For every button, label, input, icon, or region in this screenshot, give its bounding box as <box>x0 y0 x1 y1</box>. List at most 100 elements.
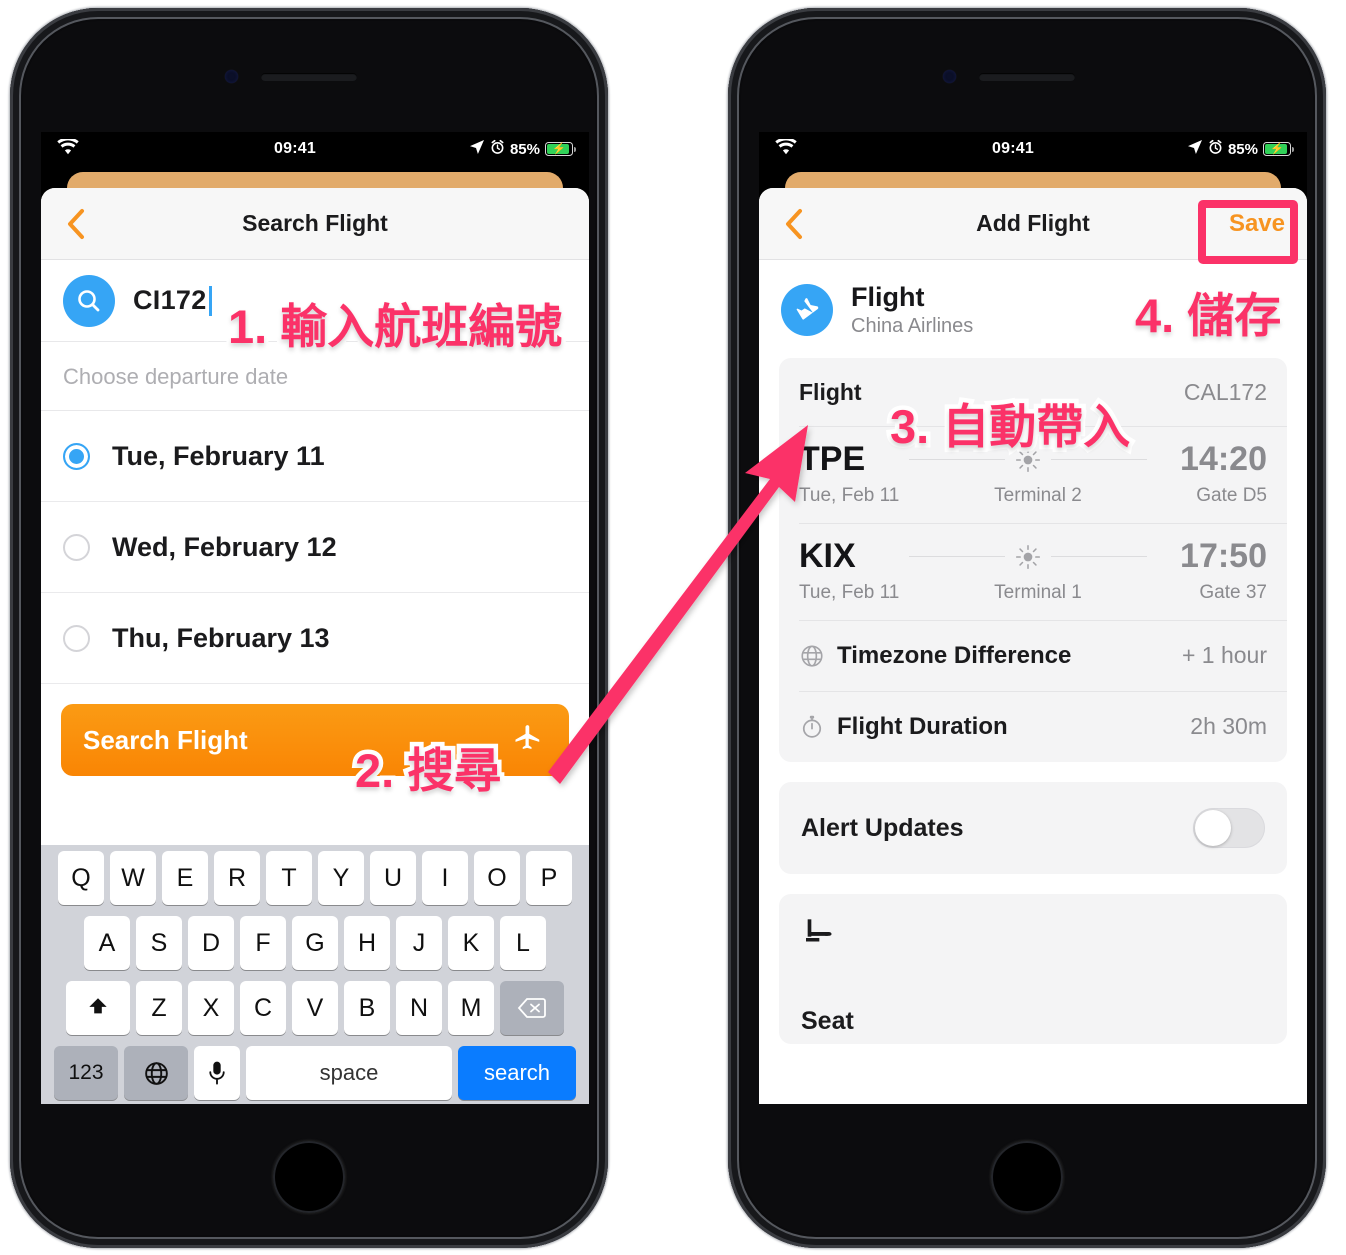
arrival-leg: KIX 17:50 Tue, Feb 11 Terminal 1 Gate 37 <box>779 523 1287 620</box>
key-c[interactable]: C <box>240 981 286 1035</box>
keyboard-row-1: Q W E R T Y U I O P <box>44 851 586 905</box>
alarm-clock-icon <box>490 139 505 160</box>
earpiece-speaker <box>261 73 357 81</box>
radio-button-selected[interactable] <box>63 442 90 470</box>
chevron-left-icon <box>66 208 86 240</box>
date-option-label: Tue, February 11 <box>112 440 325 471</box>
backspace-icon[interactable] <box>500 981 564 1035</box>
date-option-row[interactable]: Tue, February 11 <box>41 411 589 502</box>
key-a[interactable]: A <box>84 916 130 970</box>
key-n[interactable]: N <box>396 981 442 1035</box>
microphone-icon[interactable] <box>194 1046 240 1100</box>
chevron-left-icon <box>784 208 804 240</box>
flight-header-title: Flight <box>851 282 925 312</box>
arrival-time: 17:50 <box>1180 537 1267 576</box>
flight-duration-label: Flight Duration <box>837 712 1008 740</box>
key-y[interactable]: Y <box>318 851 364 905</box>
key-space[interactable]: space <box>246 1046 452 1100</box>
flight-header-airline: China Airlines <box>851 315 974 338</box>
battery-percent: 85% <box>1227 140 1258 158</box>
annotation-step-1: 1. 輸入航班編號 <box>223 296 566 358</box>
search-button-wrap: Search Flight <box>41 684 589 776</box>
back-button-right[interactable] <box>777 207 811 241</box>
alarm-clock-icon <box>1208 139 1223 160</box>
annotation-step-3: 3. 自動帶入 <box>885 396 1134 458</box>
seat-card[interactable]: Seat <box>779 894 1287 1045</box>
left-nav-bar: Search Flight <box>41 188 589 260</box>
key-q[interactable]: Q <box>58 851 104 905</box>
alert-updates-row[interactable]: Alert Updates <box>779 782 1287 874</box>
key-b[interactable]: B <box>344 981 390 1035</box>
search-icon[interactable] <box>63 274 115 327</box>
add-flight-body: Flight China Airlines Flight CAL172 TPE … <box>759 260 1307 1104</box>
key-i[interactable]: I <box>422 851 468 905</box>
alert-updates-label: Alert Updates <box>801 813 964 842</box>
home-button[interactable] <box>991 1141 1063 1213</box>
key-x[interactable]: X <box>188 981 234 1035</box>
key-u[interactable]: U <box>370 851 416 905</box>
shift-arrow-icon[interactable] <box>66 981 130 1035</box>
key-s[interactable]: S <box>136 916 182 970</box>
save-button-highlight-box <box>1198 200 1298 264</box>
flight-number-value: CAL172 <box>1183 378 1267 405</box>
keyboard-row-2: A S D F G H J K L <box>44 916 586 970</box>
status-bar-right: 09:41 85% ⚡ <box>759 132 1307 166</box>
key-t[interactable]: T <box>266 851 312 905</box>
right-phone-frame: 09:41 85% ⚡ Add Flight Save Flight China… <box>728 8 1326 1248</box>
departure-terminal: Terminal 2 <box>994 485 1082 507</box>
key-v[interactable]: V <box>292 981 338 1035</box>
key-p[interactable]: P <box>526 851 572 905</box>
front-camera-icon <box>943 70 956 83</box>
seat-label: Seat <box>801 1007 854 1036</box>
globe-icon <box>799 643 833 669</box>
timezone-difference-label: Timezone Difference <box>837 641 1072 669</box>
departure-date: Tue, Feb 11 <box>799 485 900 507</box>
globe-icon[interactable] <box>124 1046 188 1100</box>
key-j[interactable]: J <box>396 916 442 970</box>
arrival-gate: Gate 37 <box>1199 582 1267 604</box>
search-flight-button-label: Search Flight <box>83 724 248 755</box>
arrival-terminal: Terminal 1 <box>994 582 1082 604</box>
status-bar-time: 09:41 <box>274 140 316 157</box>
screenshot-stage: 09:41 85% ⚡ Search Flight CI172 Choose d… <box>0 0 1346 1255</box>
radio-button[interactable] <box>63 533 90 561</box>
left-phone-screen: 09:41 85% ⚡ Search Flight CI172 Choose d… <box>41 132 589 1104</box>
key-h[interactable]: H <box>344 916 390 970</box>
leg-connector <box>909 544 1147 570</box>
battery-percent: 85% <box>509 140 540 158</box>
keyboard-row-3: Z X C V B N M <box>44 981 586 1035</box>
search-input-value-wrap[interactable]: CI172 <box>133 285 212 316</box>
key-m[interactable]: M <box>448 981 494 1035</box>
key-d[interactable]: D <box>188 916 234 970</box>
alert-updates-toggle[interactable] <box>1193 808 1265 849</box>
stopwatch-icon <box>799 714 833 740</box>
battery-charging-icon: ⚡ <box>1263 142 1294 156</box>
key-r[interactable]: R <box>214 851 260 905</box>
date-option-row[interactable]: Thu, February 13 <box>41 593 589 684</box>
key-f[interactable]: F <box>240 916 286 970</box>
earpiece-speaker <box>979 73 1075 81</box>
radio-button[interactable] <box>63 624 90 652</box>
key-o[interactable]: O <box>474 851 520 905</box>
toggle-knob <box>1195 810 1231 847</box>
key-k[interactable]: K <box>448 916 494 970</box>
text-cursor <box>208 285 212 316</box>
flight-duration-row: Flight Duration 2h 30m <box>779 691 1287 762</box>
wifi-icon <box>57 136 79 160</box>
key-g[interactable]: G <box>292 916 338 970</box>
flight-number-label: Flight <box>799 378 862 405</box>
back-button-left[interactable] <box>59 207 93 241</box>
key-w[interactable]: W <box>110 851 156 905</box>
key-l[interactable]: L <box>500 916 546 970</box>
key-search-return[interactable]: search <box>458 1046 576 1100</box>
key-e[interactable]: E <box>162 851 208 905</box>
home-button[interactable] <box>273 1141 345 1213</box>
on-screen-keyboard[interactable]: Q W E R T Y U I O P A S D F G H J K L Z … <box>41 845 589 1104</box>
keyboard-row-4: 123 space search <box>44 1046 586 1100</box>
key-z[interactable]: Z <box>136 981 182 1035</box>
status-bar-time: 09:41 <box>992 140 1034 157</box>
status-bar-left: 09:41 85% ⚡ <box>41 132 589 166</box>
search-input[interactable]: CI172 <box>133 285 207 316</box>
date-option-row[interactable]: Wed, February 12 <box>41 502 589 593</box>
key-numbers[interactable]: 123 <box>54 1046 118 1100</box>
